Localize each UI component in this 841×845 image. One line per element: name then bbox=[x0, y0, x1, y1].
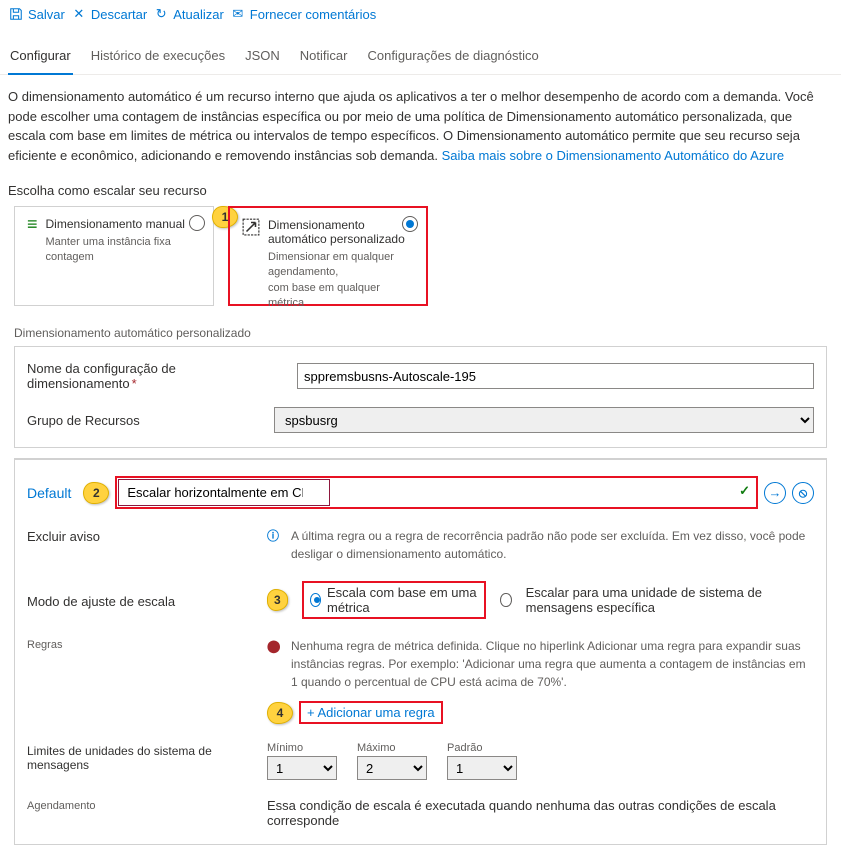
scale-condition: Default 2 ✓ → ⦸ Excluir aviso ⓘ A última… bbox=[14, 458, 827, 845]
config-name-input[interactable] bbox=[297, 363, 814, 389]
check-icon: ✓ bbox=[739, 483, 750, 499]
save-label: Salvar bbox=[28, 7, 65, 22]
delete-info: ⓘ A última regra ou a regra de recorrênc… bbox=[267, 527, 814, 563]
resource-group-select[interactable]: spsbusrg bbox=[274, 407, 814, 433]
scale-mode-specific-radio[interactable] bbox=[500, 593, 511, 607]
rg-label: Grupo de Recursos bbox=[27, 413, 264, 428]
custom-section-title: Dimensionamento automático personalizado bbox=[0, 316, 841, 346]
manual-sub: Manter uma instância fixa contagem bbox=[46, 235, 201, 266]
apply-button[interactable]: → bbox=[764, 482, 786, 504]
scale-mode-specific-label: Escalar para uma unidade de sistema de m… bbox=[526, 585, 814, 615]
limit-max-label: Máximo bbox=[357, 742, 427, 754]
error-icon: ⬤ bbox=[267, 637, 283, 691]
rules-msg-text: Nenhuma regra de métrica definida. Cliqu… bbox=[291, 637, 814, 691]
feedback-label: Fornecer comentários bbox=[250, 7, 376, 22]
refresh-button[interactable]: ↻ Atualizar bbox=[153, 6, 224, 22]
feedback-icon: ✉ bbox=[230, 6, 246, 22]
plus-icon: + bbox=[307, 705, 318, 720]
intro-text: O dimensionamento automático é um recurs… bbox=[0, 75, 841, 169]
callout-2: 2 bbox=[83, 482, 109, 504]
limit-default-label: Padrão bbox=[447, 742, 517, 754]
choose-label: Escolha como escalar seu recurso bbox=[0, 169, 841, 206]
save-button[interactable]: Salvar bbox=[8, 6, 65, 22]
custom-radio[interactable] bbox=[402, 216, 418, 232]
config-form: Nome da configuração de dimensionamento*… bbox=[14, 346, 827, 448]
callout-3: 3 bbox=[267, 589, 288, 611]
condition-name-input[interactable] bbox=[118, 479, 330, 506]
feedback-button[interactable]: ✉ Fornecer comentários bbox=[230, 6, 376, 22]
discard-icon: ✕ bbox=[71, 6, 87, 22]
command-bar: Salvar ✕ Descartar ↻ Atualizar ✉ Fornece… bbox=[0, 0, 841, 28]
schedule-text: Essa condição de escala é executada quan… bbox=[267, 798, 814, 828]
condition-header: Default 2 ✓ → ⦸ bbox=[27, 476, 814, 509]
discard-button[interactable]: ✕ Descartar bbox=[71, 6, 147, 22]
add-rule-wrap: + Adicionar uma regra bbox=[299, 701, 443, 724]
custom-sub1: Dimensionar em qualquer agendamento, bbox=[268, 250, 414, 281]
required-mark: * bbox=[132, 376, 137, 391]
limits-label: Limites de unidades do sistema de mensag… bbox=[27, 742, 257, 772]
info-icon: ⓘ bbox=[267, 527, 283, 563]
limit-default-select[interactable]: 1 bbox=[447, 756, 517, 780]
condition-default-label: Default bbox=[27, 485, 71, 501]
tab-diagnostics[interactable]: Configurações de diagnóstico bbox=[365, 42, 540, 74]
custom-sub2: com base em qualquer métrica bbox=[268, 281, 414, 312]
autoscale-icon bbox=[242, 218, 260, 294]
refresh-label: Atualizar bbox=[173, 7, 224, 22]
tab-run-history[interactable]: Histórico de execuções bbox=[89, 42, 227, 74]
scale-mode-options: 3 Escala com base em uma métrica Escalar… bbox=[267, 581, 814, 619]
learn-more-link[interactable]: Saiba mais sobre o Dimensionamento Autom… bbox=[442, 148, 785, 163]
scale-mode-metric-wrap: Escala com base em uma métrica bbox=[302, 581, 487, 619]
scale-mode-label: Modo de ajuste de escala bbox=[27, 592, 257, 609]
schedule-label: Agendamento bbox=[27, 798, 257, 812]
callout-4: 4 bbox=[267, 702, 293, 724]
config-name-label: Nome da configuração de dimensionamento* bbox=[27, 361, 287, 391]
limit-min: Mínimo 1 bbox=[267, 742, 337, 780]
tab-json[interactable]: JSON bbox=[243, 42, 282, 74]
tabs: Configurar Histórico de execuções JSON N… bbox=[0, 36, 841, 75]
limit-max: Máximo 2 bbox=[357, 742, 427, 780]
delete-msg-text: A última regra ou a regra de recorrência… bbox=[291, 527, 814, 563]
refresh-icon: ↻ bbox=[153, 6, 169, 22]
limit-min-select[interactable]: 1 bbox=[267, 756, 337, 780]
tab-configure[interactable]: Configurar bbox=[8, 42, 73, 75]
custom-autoscale-card[interactable]: Dimensionamento automático personalizado… bbox=[228, 206, 428, 306]
save-icon bbox=[8, 6, 24, 22]
scale-mode-metric-label: Escala com base em uma métrica bbox=[327, 585, 478, 615]
manual-title: Dimensionamento manual bbox=[46, 217, 201, 231]
add-rule-link[interactable]: + Adicionar uma regra bbox=[307, 705, 435, 720]
cancel-button[interactable]: ⦸ bbox=[792, 482, 814, 504]
custom-title: Dimensionamento automático personalizado bbox=[268, 218, 414, 246]
manual-scale-card[interactable]: ≡ Dimensionamento manual Manter uma inst… bbox=[14, 206, 214, 306]
scale-options: ≡ Dimensionamento manual Manter uma inst… bbox=[0, 206, 841, 316]
limit-default: Padrão 1 bbox=[447, 742, 517, 780]
limits-group: Mínimo 1 Máximo 2 Padrão 1 bbox=[267, 742, 517, 780]
limit-min-label: Mínimo bbox=[267, 742, 337, 754]
rules-label: Regras bbox=[27, 637, 257, 651]
limit-max-select[interactable]: 2 bbox=[357, 756, 427, 780]
manual-icon: ≡ bbox=[27, 217, 38, 295]
rules-warning: ⬤ Nenhuma regra de métrica definida. Cli… bbox=[267, 637, 814, 691]
tab-notify[interactable]: Notificar bbox=[298, 42, 350, 74]
manual-radio[interactable] bbox=[189, 215, 205, 231]
scale-mode-metric-radio[interactable] bbox=[310, 593, 321, 607]
discard-label: Descartar bbox=[91, 7, 147, 22]
delete-warning-label: Excluir aviso bbox=[27, 527, 257, 544]
